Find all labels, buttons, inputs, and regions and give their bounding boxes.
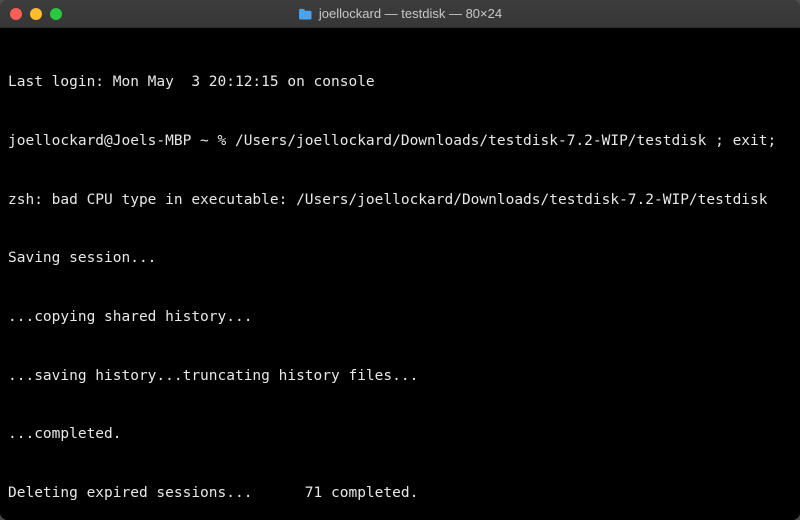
terminal-line: joellockard@Joels-MBP ~ % /Users/joelloc… (8, 132, 792, 152)
terminal-line: ...completed. (8, 425, 792, 445)
terminal-line: Saving session... (8, 249, 792, 269)
maximize-button[interactable] (50, 8, 62, 20)
terminal-line: Last login: Mon May 3 20:12:15 on consol… (8, 73, 792, 93)
minimize-button[interactable] (30, 8, 42, 20)
terminal-window: joellockard — testdisk — 80×24 Last logi… (0, 0, 800, 520)
terminal-body[interactable]: Last login: Mon May 3 20:12:15 on consol… (0, 28, 800, 520)
terminal-line: ...saving history...truncating history f… (8, 367, 792, 387)
terminal-line: ...copying shared history... (8, 308, 792, 328)
close-button[interactable] (10, 8, 22, 20)
title-bar[interactable]: joellockard — testdisk — 80×24 (0, 0, 800, 28)
terminal-line: Deleting expired sessions... 71 complete… (8, 484, 792, 504)
window-title: joellockard — testdisk — 80×24 (319, 6, 502, 21)
window-title-wrap: joellockard — testdisk — 80×24 (10, 6, 790, 21)
terminal-line: zsh: bad CPU type in executable: /Users/… (8, 191, 792, 211)
traffic-lights (10, 8, 62, 20)
folder-icon (298, 8, 313, 20)
